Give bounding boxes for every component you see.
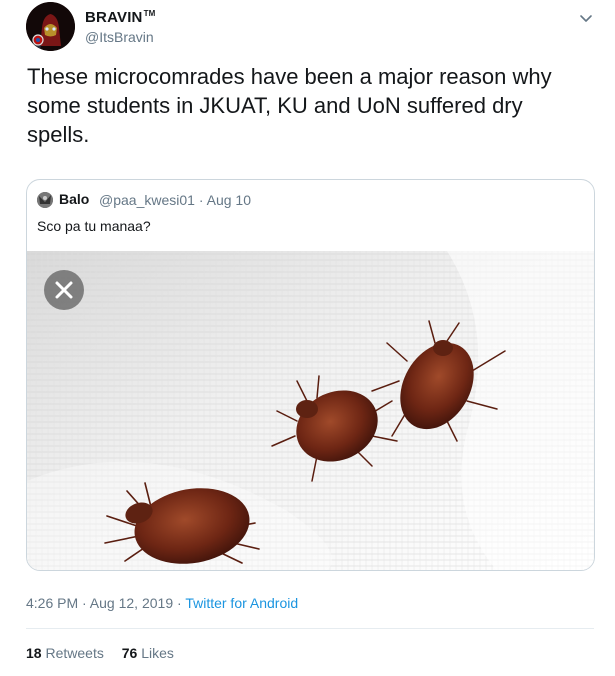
- quoted-meta: @paa_kwesi01 · Aug 10: [99, 192, 251, 208]
- likes-label: Likes: [141, 645, 174, 661]
- author-handle[interactable]: @ItsBravin: [85, 29, 154, 45]
- quoted-text: Sco pa tu manaa?: [37, 218, 151, 234]
- quoted-media-image[interactable]: [27, 251, 594, 570]
- divider: [26, 628, 594, 629]
- author-display-name[interactable]: BRAVINTM: [85, 9, 156, 26]
- trademark-mark: TM: [143, 9, 156, 18]
- avatar[interactable]: [26, 2, 75, 51]
- quoted-separator: ·: [198, 192, 204, 208]
- bedbugs-photo: [27, 251, 594, 570]
- tweet: BRAVINTM @ItsBravin These microcomrades …: [0, 0, 615, 676]
- quoted-avatar[interactable]: [37, 192, 53, 208]
- retweets-stat[interactable]: 18 Retweets: [26, 645, 104, 661]
- quoted-handle[interactable]: @paa_kwesi01: [99, 192, 195, 208]
- tweet-header: BRAVINTM @ItsBravin: [26, 2, 606, 52]
- likes-stat[interactable]: 76 Likes: [122, 645, 174, 661]
- quoted-tweet[interactable]: Balo @paa_kwesi01 · Aug 10 Sco pa tu man…: [26, 179, 595, 571]
- tweet-stats: 18 Retweets 76 Likes: [26, 645, 188, 661]
- chevron-down-icon[interactable]: [578, 10, 594, 26]
- retweets-count: 18: [26, 645, 42, 661]
- tweet-text: These microcomrades have been a major re…: [27, 64, 552, 147]
- likes-count: 76: [121, 645, 138, 661]
- tweet-source-link[interactable]: Twitter for Android: [185, 595, 298, 611]
- timestamp-time-date[interactable]: 4:26 PM · Aug 12, 2019: [26, 595, 173, 611]
- quoted-date[interactable]: Aug 10: [207, 192, 251, 208]
- timestamp-separator: ·: [177, 595, 182, 611]
- avatar-image: [26, 2, 75, 51]
- retweets-label: Retweets: [45, 645, 104, 661]
- quoted-display-name[interactable]: Balo: [59, 191, 89, 207]
- close-icon[interactable]: [44, 270, 84, 310]
- tweet-timestamp: 4:26 PM · Aug 12, 2019 · Twitter for And…: [26, 595, 298, 611]
